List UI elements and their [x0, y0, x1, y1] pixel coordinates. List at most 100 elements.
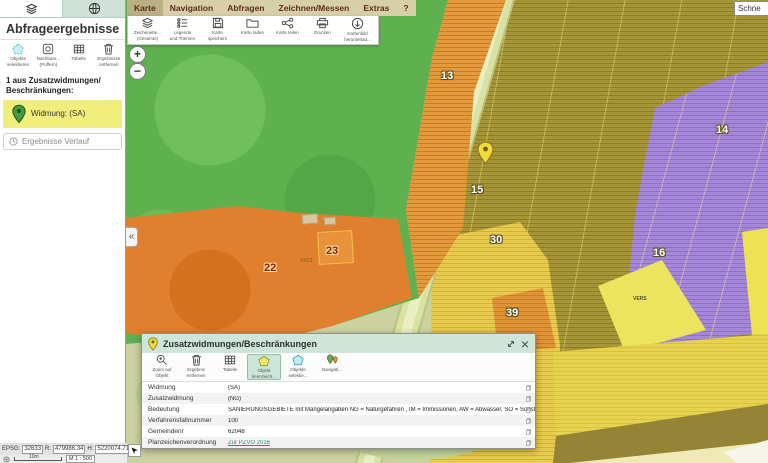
remove-result-button[interactable]: Ergebnis entfernen	[179, 354, 213, 380]
row-action-icon[interactable]	[526, 385, 531, 391]
table-row: Gemeindenr 62048	[142, 426, 535, 437]
popup-header[interactable]: Zusatzwidmungen/Beschränkungen ×	[142, 334, 535, 353]
remove-results-button[interactable]: Ergebnisse entfernen	[95, 43, 123, 68]
sidebar-tab-globe[interactable]	[63, 0, 125, 17]
zone-label-23: 23	[326, 245, 338, 257]
coordinate-statusbar: EPSG: 32633 R: 479986.34 H: 5220074.71	[0, 443, 127, 455]
scale-bar: 10m	[14, 457, 62, 461]
zoom-to-object-button[interactable]: Zoom auf Objekt	[145, 354, 179, 380]
menu-tab-navigation[interactable]: Navigation	[163, 0, 220, 16]
zoom-in-button[interactable]: +	[129, 46, 146, 63]
h-label: H:	[87, 446, 93, 452]
print-button[interactable]: Drucken	[305, 17, 340, 43]
sidebar-tabs	[0, 0, 125, 18]
table-button[interactable]: Tabelle	[65, 43, 93, 68]
target-icon[interactable]	[3, 456, 10, 463]
zoom-object-icon	[156, 354, 168, 366]
history-icon	[9, 137, 18, 146]
quick-search-input[interactable]: Schne	[734, 1, 768, 16]
zone-label-39: 39	[506, 307, 518, 319]
layers-icon	[25, 3, 38, 15]
trash-icon	[103, 43, 114, 55]
table-row: Verfahrensfallnummer 100	[142, 415, 535, 426]
r-label: R:	[45, 446, 51, 452]
result-count-heading: 1 aus Zusatzwidmungen/ Beschränkungen:	[0, 70, 125, 100]
expand-icon[interactable]	[506, 339, 516, 349]
close-icon[interactable]: ×	[521, 337, 529, 351]
menu-tab-zeichnen-messen[interactable]: Zeichnen/Messen	[272, 0, 357, 16]
row-action-icon[interactable]	[526, 396, 531, 402]
attribute-table: Widmung (SA) Zusatzwidmung (NG) Bedeutun…	[142, 382, 535, 448]
row-action-icon[interactable]	[526, 429, 531, 435]
drawing-area-button[interactable]: Zeichenebe... (Gesamte)	[130, 17, 165, 43]
navigate-button[interactable]: Navigati...	[315, 354, 349, 380]
share-map-button[interactable]: Karte teilen	[270, 17, 305, 43]
menu-tab-karte[interactable]: Karte	[127, 0, 163, 16]
building	[302, 213, 319, 224]
table-row: Planzeichenverordnung Zur PZVO 2016	[142, 437, 535, 448]
zone-label-16: 16	[653, 247, 665, 259]
trash-icon	[191, 354, 202, 366]
sidebar-toolbar: Objekte selektieren Nachbars... (Puffern…	[0, 40, 125, 70]
result-item-label: Widmung: (SA)	[31, 109, 85, 118]
table-icon	[73, 43, 85, 55]
row-action-icon[interactable]	[526, 440, 531, 446]
download-map-image-button[interactable]: Kartenbild herunterlad...	[340, 17, 375, 43]
folder-icon	[246, 17, 259, 29]
green-pin-icon	[12, 104, 26, 124]
r-coordinate[interactable]: 479986.34	[53, 445, 85, 454]
table-row: Widmung (SA)	[142, 382, 535, 393]
mark-object-button[interactable]: Objekt kennzeich...	[247, 354, 281, 380]
select-polygon-icon	[292, 354, 304, 366]
marker-tool-button[interactable]	[128, 444, 141, 457]
parcel-number-label: 1413	[300, 258, 312, 264]
menu-tab-extras[interactable]: Extras	[356, 0, 396, 16]
sidebar-title: Abfrageergebnisse	[0, 18, 125, 40]
table-row: Zusatzwidmung (NG)	[142, 393, 535, 404]
pzvo-link[interactable]: Zur PZVO 2016	[228, 440, 535, 446]
neighbors-buffer-button[interactable]: Nachbars... (Puffern)	[34, 43, 62, 68]
vers-label: VERS	[633, 296, 647, 302]
menu-tab-help[interactable]: ?	[396, 0, 415, 16]
sidebar-tab-layers[interactable]	[0, 0, 63, 17]
navigation-pins-icon	[326, 354, 339, 366]
building	[324, 217, 337, 226]
zone-label-15: 15	[471, 184, 483, 196]
zoom-out-button[interactable]: −	[129, 63, 146, 80]
popup-title: Zusatzwidmungen/Beschränkungen	[163, 339, 501, 349]
h-coordinate[interactable]: 5220074.71	[95, 445, 131, 454]
printer-icon	[316, 17, 329, 29]
save-map-button[interactable]: Karte speichern	[200, 17, 235, 43]
mark-polygon-icon	[258, 355, 270, 367]
results-history-panel[interactable]: Ergebnisse Verlauf	[3, 133, 122, 150]
load-map-button[interactable]: Karte laden	[235, 17, 270, 43]
karte-toolbar: Zeichenebe... (Gesamte) Legende und Them…	[127, 16, 379, 45]
epsg-value[interactable]: 32633	[22, 445, 43, 454]
zone-label-30: 30	[490, 234, 502, 246]
row-action-icon[interactable]	[526, 418, 531, 424]
table-button[interactable]: Tabelle	[213, 354, 247, 380]
save-icon	[212, 17, 224, 29]
select-objects-button[interactable]: Objekte selektie...	[281, 354, 315, 380]
yellow-pin-icon	[148, 337, 158, 351]
share-icon	[281, 17, 294, 29]
menu-tab-abfragen[interactable]: Abfragen	[220, 0, 271, 16]
zone-label-14: 14	[716, 124, 728, 136]
sidebar-collapse-button[interactable]: «	[126, 227, 138, 247]
map-result-pin[interactable]	[477, 141, 494, 165]
table-row: Bedeutung SANIERUNGSGEBIETE mit Mängelan…	[142, 404, 535, 415]
menubar: Karte Navigation Abfragen Zeichnen/Messe…	[127, 0, 416, 16]
legend-themes-button[interactable]: Legende und Themen	[165, 17, 200, 43]
buffer-icon	[42, 43, 54, 55]
results-sidebar: Abfrageergebnisse Objekte selektieren Na…	[0, 0, 126, 463]
select-polygon-icon	[12, 43, 24, 55]
select-objects-button[interactable]: Objekte selektieren	[4, 43, 32, 68]
row-action-icon[interactable]	[526, 407, 531, 413]
scale-value[interactable]: M 1 : 500	[66, 455, 95, 463]
zone-label-22: 22	[264, 262, 276, 274]
table-icon	[224, 354, 236, 366]
scale-statusbar: 10m M 1 : 500	[0, 455, 127, 463]
attributes-popup: Zusatzwidmungen/Beschränkungen × Zoom au…	[141, 333, 536, 449]
app-window: 13 14 15 16 22 23 30 39 1413 VERS Karte …	[0, 0, 768, 463]
result-list-item[interactable]: Widmung: (SA)	[3, 100, 122, 128]
